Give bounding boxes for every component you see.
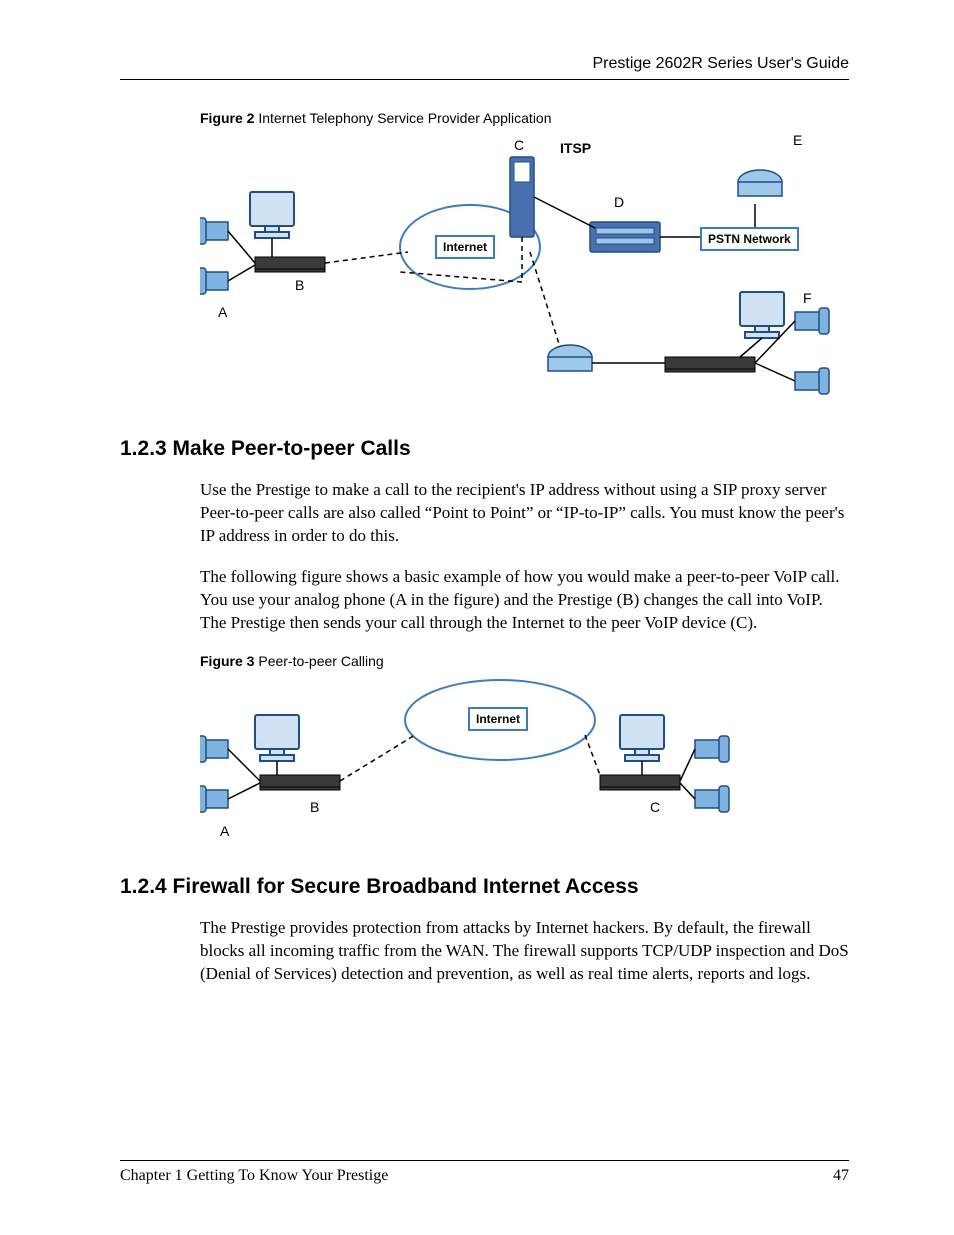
figure-2-caption-text: Internet Telephony Service Provider Appl… — [254, 110, 551, 126]
figure-3-caption: Figure 3 Peer-to-peer Calling — [200, 653, 849, 669]
fig2-label-E: E — [793, 132, 802, 148]
fig2-label-A: A — [218, 304, 227, 320]
fig2-label-D: D — [614, 194, 624, 210]
fig2-internet-box: Internet — [435, 235, 495, 259]
section-1-2-4-body: The Prestige provides protection from at… — [200, 917, 849, 986]
section-1-2-3-heading: 1.2.3 Make Peer-to-peer Calls — [120, 437, 849, 461]
fig2-label-C: C — [514, 137, 524, 153]
figure-2-svg — [200, 132, 840, 407]
page: Prestige 2602R Series User's Guide Figur… — [0, 0, 954, 1235]
section-1-2-3-body: Use the Prestige to make a call to the r… — [200, 479, 849, 635]
footer-chapter: Chapter 1 Getting To Know Your Prestige — [120, 1167, 388, 1185]
figure-3-caption-bold: Figure 3 — [200, 653, 254, 669]
section-1-2-3-p2: The following figure shows a basic examp… — [200, 566, 849, 635]
fig2-label-ITSP: ITSP — [560, 140, 591, 156]
figure-3-caption-text: Peer-to-peer Calling — [254, 653, 383, 669]
fig2-label-F: F — [803, 290, 812, 306]
fig3-label-C: C — [650, 799, 660, 815]
fig2-label-B: B — [295, 277, 304, 293]
fig2-pstn-box: PSTN Network — [700, 227, 799, 251]
section-1-2-3-p1: Use the Prestige to make a call to the r… — [200, 479, 849, 548]
figure-3-diagram: Internet A B C — [200, 675, 840, 845]
page-footer: Chapter 1 Getting To Know Your Prestige … — [120, 1160, 849, 1185]
figure-2-caption-bold: Figure 2 — [200, 110, 254, 126]
fig3-label-B: B — [310, 799, 319, 815]
figure-2-caption: Figure 2 Internet Telephony Service Prov… — [200, 110, 849, 126]
figure-3-svg — [200, 675, 840, 845]
fig3-label-A: A — [220, 823, 229, 839]
footer-page-number: 47 — [833, 1167, 849, 1185]
fig3-internet-box: Internet — [468, 707, 528, 731]
section-1-2-4-heading: 1.2.4 Firewall for Secure Broadband Inte… — [120, 875, 849, 899]
running-header: Prestige 2602R Series User's Guide — [120, 55, 849, 73]
footer-rule — [120, 1160, 849, 1161]
figure-2-diagram: A B C D E F ITSP Internet PSTN Network — [200, 132, 840, 407]
section-1-2-4-p1: The Prestige provides protection from at… — [200, 917, 849, 986]
header-rule — [120, 79, 849, 80]
